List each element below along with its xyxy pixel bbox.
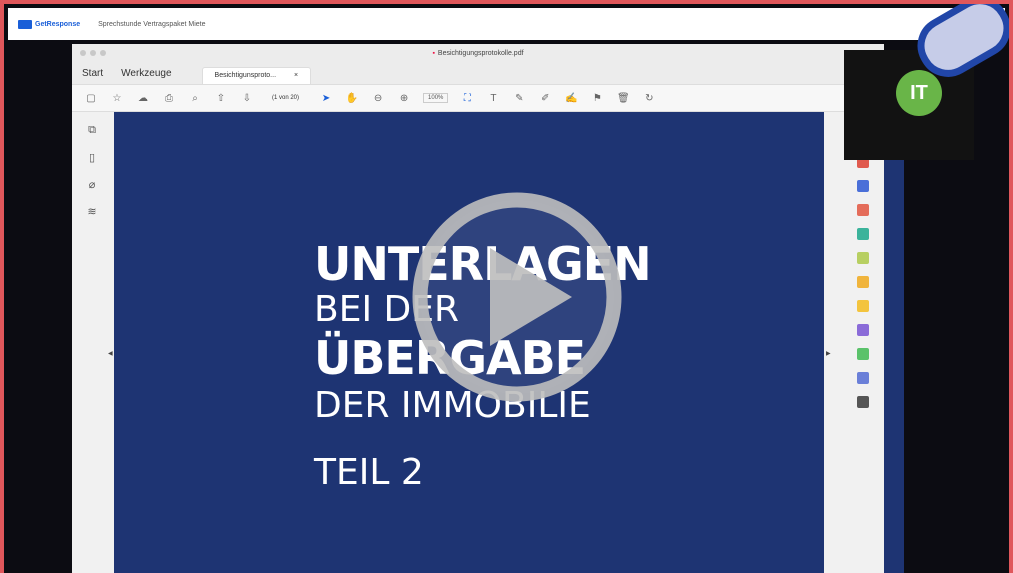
cloud-icon[interactable]: ☁ (136, 91, 150, 105)
sign-icon[interactable]: ✍ (564, 91, 578, 105)
pdf-file-icon: ▪ (432, 49, 435, 57)
close-window-button[interactable] (80, 50, 86, 56)
window-titlebar: ▪ Besichtigungsprotokolle.pdf (72, 44, 884, 62)
annotate-icon[interactable] (857, 300, 869, 312)
document-tab-label: Besichtigunsproto... (214, 72, 277, 79)
highlight-icon[interactable]: ✐ (538, 91, 552, 105)
tab-close-icon[interactable]: × (294, 72, 298, 79)
tab-row: Start Werkzeuge Besichtigunsproto... × (72, 62, 884, 84)
minimize-window-button[interactable] (90, 50, 96, 56)
print-production-icon[interactable] (857, 348, 869, 360)
search-icon[interactable]: ⌕ (188, 91, 202, 105)
maximize-window-button[interactable] (100, 50, 106, 56)
zoom-in-icon[interactable]: ⊕ (397, 91, 411, 105)
select-cursor-icon[interactable]: ➤ (319, 91, 333, 105)
protect-icon[interactable] (857, 372, 869, 384)
more-tools-icon[interactable] (857, 396, 869, 408)
rotate-icon[interactable]: ↻ (642, 91, 656, 105)
brand-name: GetResponse (35, 20, 81, 28)
meeting-title: Sprechstunde Vertragspaket Miete (98, 20, 206, 28)
tab-start[interactable]: Start (72, 68, 111, 84)
page-down-icon[interactable]: ⇩ (240, 91, 254, 105)
page-indicator[interactable]: (1 von 20) (272, 95, 299, 101)
bookmark-star-icon[interactable]: ☆ (110, 91, 124, 105)
mail-icon (18, 19, 32, 29)
attachments-icon[interactable]: ⌀ (89, 178, 96, 191)
delete-icon[interactable]: 🗑 (616, 91, 630, 105)
meeting-topbar: GetResponse Sprechstunde Vertragspaket M… (8, 8, 1005, 40)
zoom-out-icon[interactable]: ⊖ (371, 91, 385, 105)
bookmarks-icon[interactable]: ▯ (89, 151, 95, 164)
corner-handle-icon (917, 4, 1009, 77)
organize-pages-icon[interactable] (857, 204, 869, 216)
window-controls (80, 50, 106, 56)
layers-icon[interactable]: ≋ (87, 205, 96, 218)
create-pdf-icon[interactable] (857, 276, 869, 288)
tool-shortcuts (842, 156, 884, 408)
fit-page-icon[interactable]: ⛶ (460, 91, 474, 105)
brand-logo: GetResponse (18, 19, 81, 29)
edit-pdf-icon[interactable] (857, 228, 869, 240)
text-tool-icon[interactable]: T (486, 91, 500, 105)
comment-icon[interactable]: ✎ (512, 91, 526, 105)
stamp-icon[interactable]: ⚑ (590, 91, 604, 105)
tab-tools[interactable]: Werkzeuge (111, 68, 179, 84)
save-icon[interactable]: ▢ (84, 91, 98, 105)
zoom-select[interactable]: 100% (423, 93, 449, 103)
window-title: Besichtigungsprotokolle.pdf (437, 49, 524, 57)
signature-icon[interactable] (857, 324, 869, 336)
page-thumbnails-icon[interactable]: ⧉ (88, 124, 96, 137)
collapse-right-panel-icon[interactable]: ▶ (826, 350, 831, 357)
right-tools-rail: ▶ (824, 112, 884, 573)
left-navigation-rail: ⧉ ▯ ⌀ ≋ (72, 112, 112, 573)
print-icon[interactable]: ⎙ (162, 91, 176, 105)
comment-tool-icon[interactable] (857, 180, 869, 192)
fill-sign-icon[interactable] (857, 252, 869, 264)
collapse-left-panel-icon[interactable]: ◀ (108, 350, 113, 357)
main-toolbar: ▢ ☆ ☁ ⎙ ⌕ ⇧ ⇩ (1 von 20) ➤ ✋ ⊖ ⊕ 100% ⛶ … (72, 84, 884, 112)
screen-frame: GetResponse Sprechstunde Vertragspaket M… (0, 0, 1013, 573)
document-tab[interactable]: Besichtigunsproto... × (201, 67, 312, 84)
hand-tool-icon[interactable]: ✋ (345, 91, 359, 105)
play-video-button[interactable] (412, 192, 622, 402)
page-up-icon[interactable]: ⇧ (214, 91, 228, 105)
slide-line-5: TEIL 2 (314, 452, 424, 493)
